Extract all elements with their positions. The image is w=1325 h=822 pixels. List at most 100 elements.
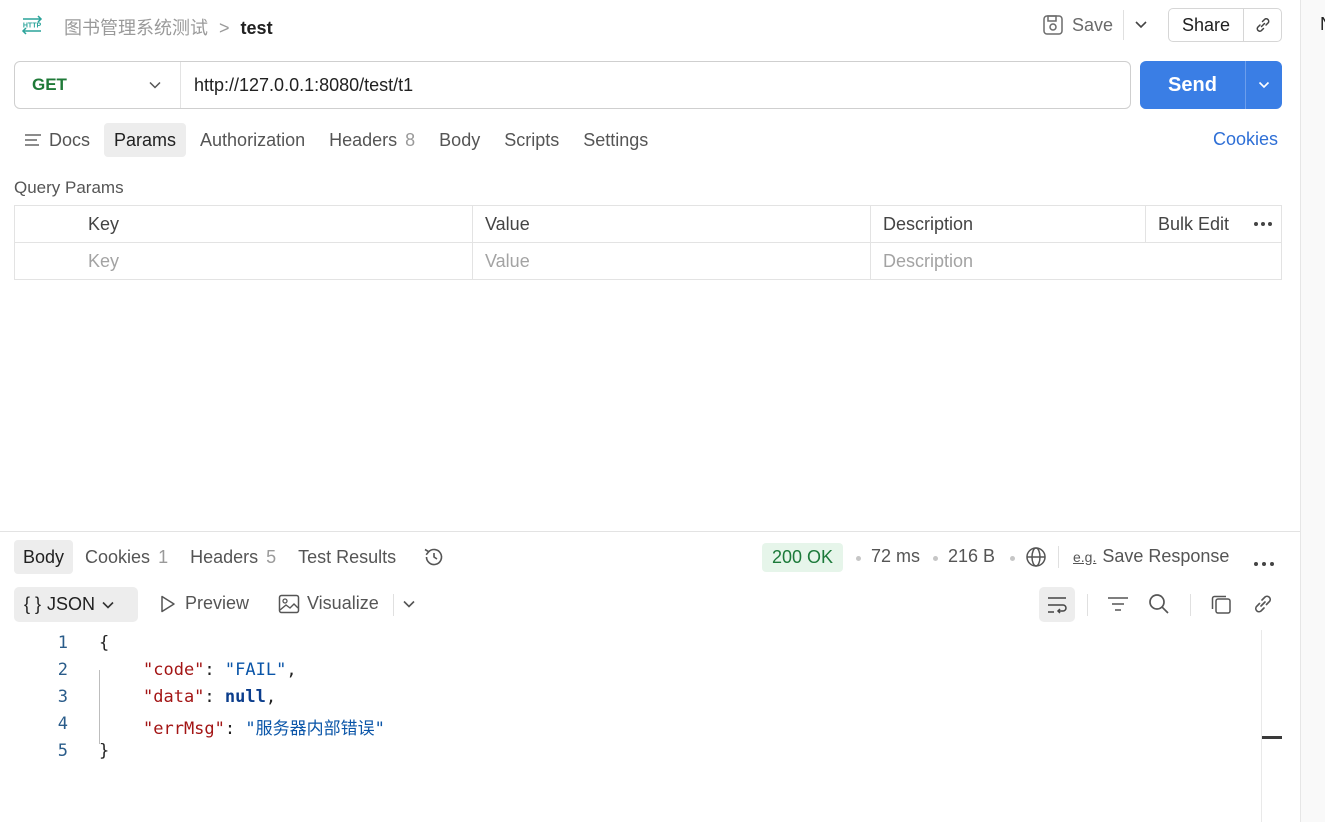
save-response-button[interactable]: e.g. Save Response (1073, 546, 1229, 567)
send-button[interactable]: Send (1140, 61, 1245, 109)
pane-resize-divider[interactable] (0, 531, 1300, 532)
divider (1123, 10, 1124, 40)
table-header-row: Key Value Description Bulk Edit (15, 206, 1281, 243)
share-label: Share (1181, 14, 1231, 35)
right-sidebar-edge: N (1300, 0, 1325, 822)
json-punct: , (286, 660, 297, 680)
divider (1087, 594, 1088, 616)
tab-headers[interactable]: Headers 8 (319, 123, 425, 157)
request-name[interactable]: test (241, 18, 273, 38)
tab-authorization[interactable]: Authorization (190, 123, 315, 157)
json-punct: , (265, 687, 277, 707)
tab-scripts[interactable]: Scripts (494, 123, 569, 157)
play-icon (161, 595, 175, 612)
column-description: Description (883, 213, 974, 234)
image-icon (278, 594, 300, 613)
search-icon[interactable] (1148, 593, 1170, 620)
separator-dot (1010, 556, 1015, 561)
http-request-icon: HTTP (19, 13, 45, 42)
value-input[interactable]: Value (473, 243, 871, 280)
breadcrumb-separator: > (219, 18, 230, 38)
bulk-edit-button[interactable]: Bulk Edit (1158, 214, 1229, 235)
description-input[interactable]: Description (871, 243, 1281, 280)
visualize-options-chevron-icon[interactable] (402, 597, 416, 616)
cookies-count: 1 (158, 546, 169, 567)
json-value: "FAIL" (224, 660, 287, 680)
history-icon[interactable] (422, 545, 446, 569)
preview-button[interactable]: Preview (158, 593, 249, 614)
code-line: "errMsg": "服务器内部错误" (143, 719, 385, 739)
example-icon: e.g. (1073, 548, 1097, 565)
line-number: 1 (57, 633, 68, 653)
json-key: "code" (143, 660, 205, 680)
column-key: Key (15, 206, 473, 242)
line-number: 2 (57, 660, 68, 680)
separator-dot (856, 556, 861, 561)
more-options-icon[interactable] (1253, 554, 1275, 572)
request-tabs: Docs Params Authorization Headers 8 Body … (14, 123, 662, 157)
response-size[interactable]: 216 B (948, 546, 995, 567)
response-headers-count: 5 (266, 546, 277, 567)
tab-params[interactable]: Params (104, 123, 187, 157)
response-body-viewer[interactable]: 1 2 3 4 5 { "code": "FAIL", "data": null… (0, 628, 1260, 822)
url-input[interactable]: http://127.0.0.1:8080/test/t1 (181, 75, 413, 96)
method-select[interactable]: GET (15, 62, 181, 108)
visualize-button[interactable]: Visualize (278, 593, 379, 614)
right-sidebar-letter: N (1320, 14, 1325, 35)
tab-response-body[interactable]: Body (14, 540, 74, 574)
tab-body[interactable]: Body (429, 123, 490, 157)
save-button[interactable]: Save (1042, 10, 1113, 40)
query-params-title: Query Params (14, 178, 124, 197)
save-icon (1043, 15, 1063, 35)
method-label: GET (32, 75, 67, 94)
json-key: "errMsg" (143, 719, 225, 739)
chevron-down-icon (149, 81, 161, 89)
copy-link-icon[interactable] (1243, 9, 1281, 41)
tab-test-results-label: Test Results (298, 546, 397, 567)
send-options-chevron-icon[interactable] (1245, 61, 1282, 109)
tab-test-results[interactable]: Test Results (288, 540, 406, 574)
tab-authorization-label: Authorization (200, 129, 306, 150)
chevron-down-icon (102, 601, 114, 609)
save-options-chevron-icon[interactable] (1133, 17, 1149, 38)
code-minimap-scrollbar[interactable] (1261, 630, 1282, 822)
json-value: null (224, 687, 266, 707)
copy-icon[interactable] (1210, 593, 1232, 620)
docs-icon (25, 134, 41, 146)
divider (1058, 546, 1059, 568)
breadcrumb-collection[interactable]: 图书管理系统测试 (64, 18, 208, 38)
filter-icon[interactable] (1106, 594, 1130, 619)
tab-response-cookies-label: Cookies (85, 546, 151, 567)
link-icon[interactable] (1252, 593, 1274, 620)
key-input[interactable]: Key (15, 243, 473, 280)
send-button-group: Send (1140, 61, 1282, 109)
tab-settings-label: Settings (583, 129, 649, 150)
line-number: 4 (57, 714, 68, 734)
response-time[interactable]: 72 ms (871, 546, 920, 567)
table-row: Key Value Description (15, 243, 1281, 280)
app-window: HTTP 图书管理系统测试 > test Save Share GET http… (0, 0, 1325, 822)
code-line: { (99, 633, 110, 653)
tab-response-headers[interactable]: Headers 5 (180, 540, 286, 574)
indent-guide (99, 670, 100, 744)
wrap-lines-button[interactable] (1039, 587, 1075, 622)
svg-text:HTTP: HTTP (23, 23, 42, 30)
tab-settings[interactable]: Settings (573, 123, 658, 157)
code-line: "data": null, (143, 687, 277, 707)
cookies-link[interactable]: Cookies (1213, 129, 1278, 150)
tab-response-cookies[interactable]: Cookies 1 (75, 540, 178, 574)
query-params-table: Key Value Description Bulk Edit Key Valu… (14, 205, 1282, 280)
scroll-thumb[interactable] (1262, 736, 1282, 739)
format-select[interactable]: { } JSON (14, 587, 138, 622)
status-badge[interactable]: 200 OK (762, 543, 844, 572)
code-line: "code": "FAIL", (143, 660, 297, 680)
tab-params-label: Params (114, 129, 177, 150)
tab-headers-label: Headers (329, 129, 398, 150)
save-label: Save (1072, 14, 1114, 35)
tab-body-label: Body (439, 129, 481, 150)
share-button[interactable]: Share (1168, 8, 1282, 42)
divider (1190, 594, 1191, 616)
more-options-icon[interactable] (1253, 221, 1273, 227)
globe-icon[interactable] (1025, 546, 1047, 573)
tab-docs[interactable]: Docs (14, 123, 100, 157)
